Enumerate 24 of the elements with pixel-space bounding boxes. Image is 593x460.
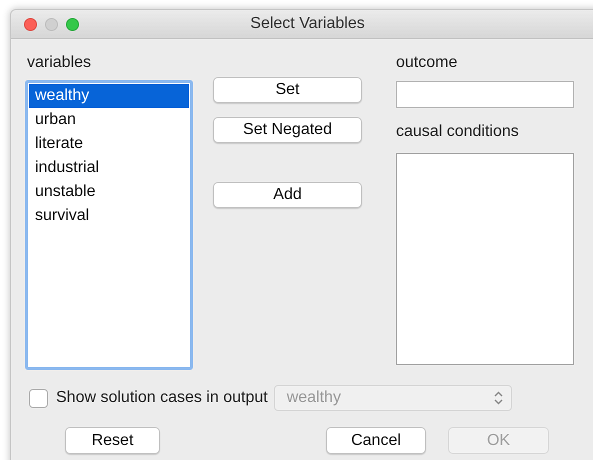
checkbox[interactable] [29, 388, 48, 408]
dialog-button[interactable]: Reset [65, 427, 160, 454]
dialog-button[interactable]: Cancel [326, 427, 426, 454]
checkbox-label: Show solution cases in output [56, 388, 268, 408]
variable-item[interactable]: unstable [29, 180, 189, 204]
close-button[interactable] [24, 18, 37, 30]
variable-item[interactable]: literate [29, 132, 189, 156]
window-title: Select Variables [250, 15, 365, 32]
action-button[interactable]: Set Negated [213, 117, 362, 143]
variables-label: variables [26, 54, 92, 72]
minimize-button[interactable] [45, 18, 58, 30]
variable-item[interactable]: survival [29, 204, 189, 228]
causal-conditions-list[interactable] [396, 153, 574, 365]
variable-item[interactable]: industrial [29, 156, 189, 180]
variable-item[interactable]: wealthy [29, 84, 189, 108]
chevron-updown-icon [494, 391, 503, 405]
variable-item[interactable]: urban [29, 108, 189, 132]
outcome-label: outcome [396, 54, 458, 72]
action-button[interactable]: Add [213, 182, 362, 208]
variables-list[interactable]: wealthy urban literate industrial unstable survival [25, 80, 193, 370]
causal-conditions-label: causal conditions [396, 123, 519, 141]
outcome-field[interactable] [396, 81, 574, 108]
action-button[interactable]: Set [213, 77, 362, 103]
zoom-button[interactable] [66, 18, 79, 30]
